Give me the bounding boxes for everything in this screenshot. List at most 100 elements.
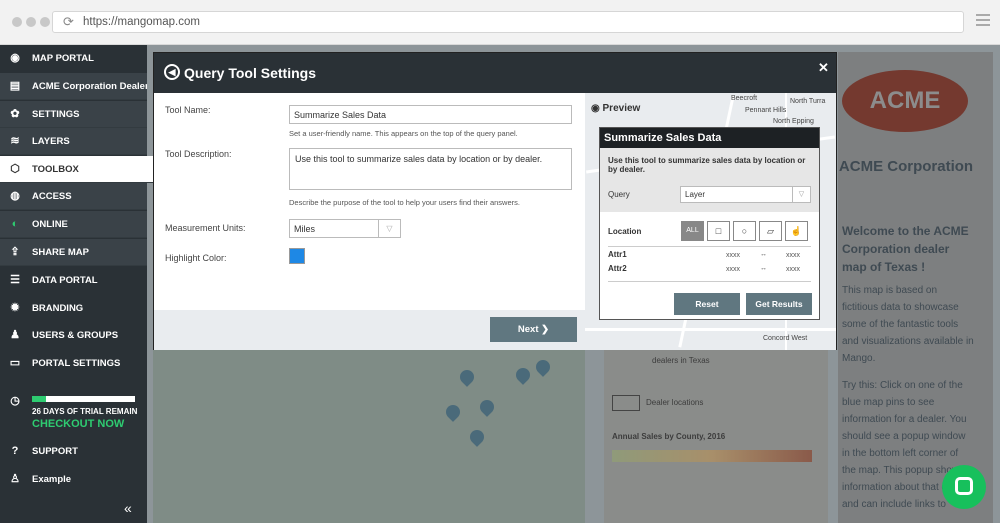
info-panel: ACME ACME Corporation Welcome to the ACM… bbox=[838, 52, 993, 523]
sidebar-item-map-portal[interactable]: ◉ MAP PORTAL bbox=[0, 45, 147, 72]
trial-progress-bar bbox=[32, 396, 135, 402]
sidebar-item-support[interactable]: ? SUPPORT bbox=[0, 438, 147, 465]
attr1-max: xxxx bbox=[786, 252, 800, 259]
chat-icon bbox=[955, 477, 973, 495]
tool-description-label: Tool Description: bbox=[165, 149, 232, 159]
measurement-units-value: Miles bbox=[294, 224, 316, 234]
tool-description-help: Describe the purpose of the tool to help… bbox=[289, 198, 520, 207]
place-label: North Turra bbox=[790, 98, 826, 105]
attr1-label: Attr1 bbox=[608, 250, 627, 259]
sidebar-item-access[interactable]: ◍ ACCESS bbox=[0, 183, 147, 210]
chevron-down-icon: ▽ bbox=[378, 220, 400, 237]
legend-gradient bbox=[612, 450, 812, 462]
rectangle-tool-icon[interactable]: □ bbox=[707, 221, 730, 241]
select-all-tool[interactable]: ALL bbox=[681, 221, 704, 241]
next-button[interactable]: Next ❯ bbox=[490, 317, 577, 342]
highlight-color-swatch[interactable] bbox=[289, 248, 305, 264]
query-label: Query bbox=[608, 190, 630, 199]
sidebar-item-toolbox[interactable]: ⬡ TOOLBOX bbox=[0, 156, 153, 183]
dialog-header: ◀ Query Tool Settings ✕ bbox=[154, 53, 836, 93]
sidebar-item-online[interactable]: ◐ ONLINE bbox=[0, 211, 147, 238]
company-title: ACME Corporation bbox=[838, 158, 974, 175]
window-dot[interactable] bbox=[40, 17, 50, 27]
query-layer-value: Layer bbox=[685, 190, 706, 199]
place-label: Pennant Hills bbox=[745, 107, 787, 114]
tool-name-input[interactable]: Summarize Sales Data bbox=[289, 105, 572, 124]
tool-description-textarea[interactable]: Use this tool to summarize sales data by… bbox=[289, 148, 572, 190]
globe-icon: ◉ bbox=[10, 52, 20, 64]
query-tool-settings-dialog: ◀ Query Tool Settings ✕ Tool Name: Summa… bbox=[153, 52, 837, 350]
browser-menu-icon[interactable] bbox=[976, 14, 990, 28]
toggle-icon[interactable]: ◐ bbox=[8, 211, 22, 237]
place-label: North Epping bbox=[773, 118, 814, 125]
sidebar: ◉MAP PORTAL ▤ACME Corporation Dealer Map… bbox=[0, 45, 153, 523]
collapse-sidebar-button[interactable]: « bbox=[124, 500, 132, 516]
legend-swatch bbox=[612, 395, 640, 411]
legend-annual-sales: Annual Sales by County, 2016 bbox=[612, 432, 726, 441]
close-icon[interactable]: ✕ bbox=[818, 60, 829, 76]
welcome-heading: Welcome to the ACME Corporation dealer m… bbox=[842, 224, 969, 274]
badge-icon: ✹ bbox=[10, 302, 20, 314]
reset-button[interactable]: Reset bbox=[674, 293, 740, 315]
highlight-color-label: Highlight Color: bbox=[165, 253, 227, 263]
tool-name-help: Set a user-friendly name. This appears o… bbox=[289, 129, 518, 138]
window-dot[interactable] bbox=[12, 17, 22, 27]
address-bar[interactable]: ⟳ https://mangomap.com bbox=[52, 11, 964, 33]
chevron-right-icon: ❯ bbox=[541, 324, 550, 335]
chevron-down-icon: ▽ bbox=[792, 187, 810, 202]
share-icon: ⇪ bbox=[10, 246, 20, 258]
dialog-footer: Next ❯ bbox=[154, 310, 585, 350]
pointer-tool-icon[interactable]: ☝ bbox=[785, 221, 808, 241]
circle-tool-icon[interactable]: ○ bbox=[733, 221, 756, 241]
preview-pane: Beecroft Pennant Hills North Epping Nort… bbox=[585, 93, 836, 350]
trial-remaining-text: 26 DAYS OF TRIAL REMAIN bbox=[32, 407, 138, 416]
legend-dealer-locations: Dealer locations bbox=[646, 398, 704, 407]
user-icon: ♙ bbox=[10, 473, 20, 485]
sidebar-item-users-groups[interactable]: ♟ USERS & GROUPS bbox=[0, 322, 147, 349]
monitor-icon: ▭ bbox=[9, 357, 21, 369]
window-dot[interactable] bbox=[26, 17, 36, 27]
sidebar-item-layers[interactable]: ≋ LAYERS bbox=[0, 128, 147, 155]
attr2-min: xxxx bbox=[726, 266, 740, 273]
help-icon: ? bbox=[11, 445, 19, 457]
query-layer-select[interactable]: Layer ▽ bbox=[680, 186, 811, 203]
acme-logo: ACME bbox=[842, 70, 968, 132]
settings-form: Tool Name: Summarize Sales Data Set a us… bbox=[154, 93, 585, 310]
url-text: https://mangomap.com bbox=[83, 16, 200, 28]
sidebar-item-branding[interactable]: ✹ BRANDING bbox=[0, 295, 147, 322]
dialog-title: Query Tool Settings bbox=[184, 65, 316, 81]
sidebar-item-data-portal[interactable]: ☰ DATA PORTAL bbox=[0, 267, 147, 294]
trial-progress-fill bbox=[32, 396, 47, 402]
browser-chrome: ⟳ https://mangomap.com bbox=[0, 0, 1000, 45]
back-arrow-icon[interactable]: ◀ bbox=[164, 64, 180, 80]
range-arrow-icon: ↔ bbox=[760, 265, 767, 272]
map-road bbox=[585, 328, 836, 331]
gear-icon: ✿ bbox=[10, 108, 20, 120]
query-panel-preview: Summarize Sales Data Use this tool to su… bbox=[599, 127, 820, 320]
sidebar-item-map[interactable]: ▤ACME Corporation Dealer Map bbox=[0, 73, 147, 100]
location-label: Location bbox=[608, 227, 642, 236]
sidebar-item-share-map[interactable]: ⇪ SHARE MAP bbox=[0, 239, 147, 266]
clock-icon: ◷ bbox=[10, 395, 20, 407]
sidebar-item-account[interactable]: ♙ Example bbox=[0, 466, 147, 493]
users-icon: ♟ bbox=[10, 329, 20, 341]
cube-icon: ⬡ bbox=[10, 163, 20, 175]
polygon-tool-icon[interactable]: ▱ bbox=[759, 221, 782, 241]
checkout-link[interactable]: CHECKOUT NOW bbox=[32, 418, 124, 430]
query-panel-description-area: Use this tool to summarize sales data by… bbox=[600, 148, 819, 212]
intro-paragraph: This map is based on fictitious data to … bbox=[842, 285, 974, 364]
globe-lock-icon: ◍ bbox=[10, 190, 20, 202]
legend-panel: dealers in Texas Dealer locations Annual… bbox=[604, 350, 828, 523]
sidebar-item-settings[interactable]: ✿ SETTINGS bbox=[0, 101, 147, 128]
chat-button[interactable] bbox=[942, 465, 986, 509]
sidebar-item-portal-settings[interactable]: ▭ PORTAL SETTINGS bbox=[0, 350, 147, 377]
attr2-label: Attr2 bbox=[608, 264, 627, 273]
layers-icon: ≋ bbox=[10, 135, 20, 147]
place-label: Beecroft bbox=[731, 95, 758, 102]
map-icon: ▤ bbox=[9, 80, 21, 92]
measurement-units-select[interactable]: Miles ▽ bbox=[289, 219, 401, 238]
attr2-max: xxxx bbox=[786, 266, 800, 273]
reload-icon[interactable]: ⟳ bbox=[63, 12, 74, 32]
attr1-min: xxxx bbox=[726, 252, 740, 259]
get-results-button[interactable]: Get Results bbox=[746, 293, 812, 315]
